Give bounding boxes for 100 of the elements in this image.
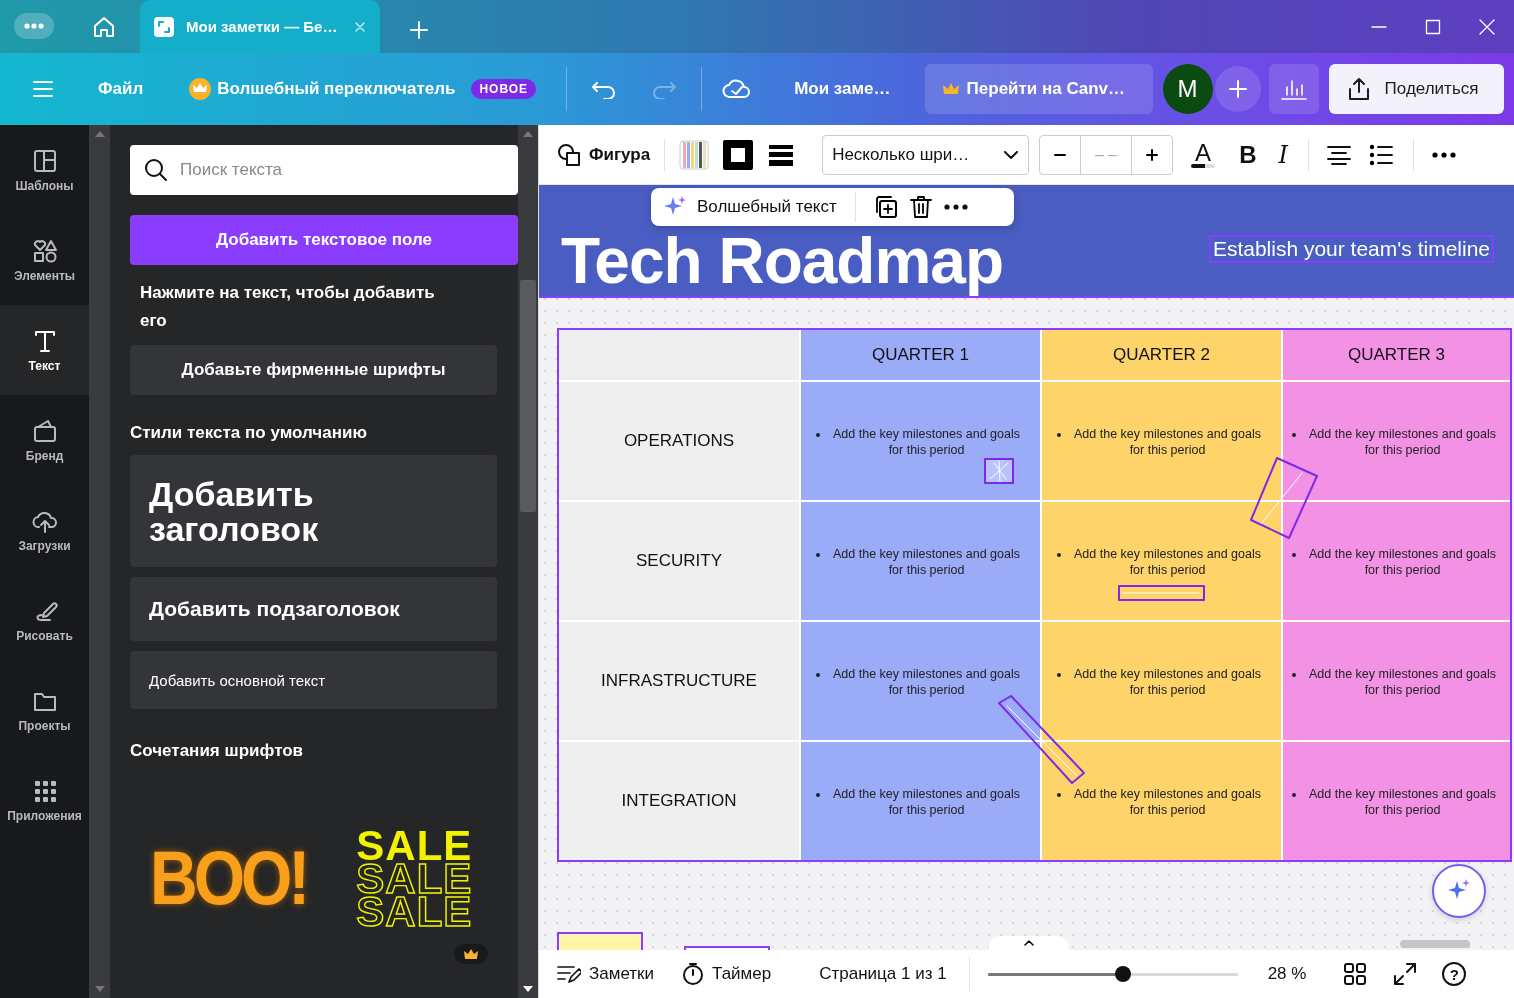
add-text-box-button[interactable]: Добавить текстовое поле <box>130 215 518 265</box>
document-title[interactable]: Мои заме… <box>794 79 891 99</box>
sidebar-item[interactable]: Рисовать <box>0 575 89 665</box>
add-subheading-button[interactable]: Добавить подзаголовок <box>130 577 497 641</box>
cell-text: Add the key milestones and goals for this period <box>1308 546 1497 578</box>
outline-shape[interactable] <box>998 695 1085 784</box>
bullet-icon <box>1056 433 1061 437</box>
crown-icon <box>189 78 212 100</box>
outline-shape[interactable] <box>984 458 1014 484</box>
chart-icon <box>1280 78 1307 100</box>
scroll-up-icon[interactable] <box>523 131 533 137</box>
expand-pages-button[interactable] <box>989 936 1069 950</box>
bullet-icon <box>815 553 820 557</box>
fullscreen-icon[interactable] <box>1394 963 1417 985</box>
text-color-button[interactable]: A <box>1191 141 1216 168</box>
timer-button[interactable]: Таймер <box>682 963 772 985</box>
scrollbar <box>1400 940 1470 948</box>
caret-up-icon <box>1024 940 1034 946</box>
grid-view-icon[interactable] <box>1344 963 1367 985</box>
scrollbar-thumb[interactable] <box>520 280 536 512</box>
cell-text: Add the key milestones and goals for this period <box>1073 786 1262 818</box>
bullet-icon <box>1056 553 1061 557</box>
font-combo[interactable]: SALE SALE SALE <box>356 828 473 928</box>
trash-icon[interactable] <box>909 195 932 219</box>
sidebar-item[interactable]: Бренд <box>0 395 89 485</box>
more-menu-button[interactable] <box>14 13 54 39</box>
page-thumbnail[interactable] <box>684 946 770 950</box>
upgrade-button[interactable]: Перейти на Canv… <box>924 64 1153 114</box>
duplicate-icon[interactable] <box>873 195 898 219</box>
undo-icon[interactable] <box>591 79 618 99</box>
bullet-icon <box>1056 673 1061 677</box>
home-icon[interactable] <box>92 15 116 39</box>
scroll-down-icon[interactable] <box>523 986 533 992</box>
more-icon[interactable] <box>1431 151 1456 158</box>
brand-fonts-button[interactable]: Добавьте фирменные шрифты <box>130 345 497 395</box>
slider-thumb[interactable] <box>1114 966 1131 982</box>
font-dropdown[interactable]: Несколько шри… <box>822 134 1030 175</box>
magic-assistant-button[interactable] <box>1432 864 1486 918</box>
more-icon[interactable] <box>943 204 968 210</box>
border-style-icon[interactable] <box>722 138 755 171</box>
italic-button[interactable]: I <box>1278 140 1288 169</box>
bullet-icon <box>1291 553 1296 557</box>
cell-text: Add the key milestones and goals for this period <box>1073 666 1262 698</box>
sidebar-item[interactable]: Элементы <box>0 215 89 305</box>
align-center-icon[interactable] <box>1326 144 1351 165</box>
brand-icon <box>31 417 58 444</box>
page-thumbnail[interactable] <box>557 932 643 950</box>
cell-text: Add the key milestones and goals for this period <box>832 666 1021 698</box>
section-title: Стили текста по умолчанию <box>130 423 368 443</box>
notes-icon <box>557 964 581 984</box>
document-icon <box>154 16 174 37</box>
add-heading-button[interactable]: Добавить заголовок <box>130 455 497 567</box>
bullet-icon <box>815 433 820 437</box>
bullet-icon <box>815 673 820 677</box>
page-counter[interactable]: Страница 1 из 1 <box>819 964 947 984</box>
fill-color-icon[interactable] <box>679 139 710 170</box>
crown-icon <box>464 947 479 960</box>
list-icon[interactable] <box>1368 143 1393 166</box>
sidebar-item[interactable]: Загрузки <box>0 485 89 575</box>
cloud-check-icon[interactable] <box>722 77 753 101</box>
notes-button[interactable]: Заметки <box>557 964 655 984</box>
outline-shape[interactable] <box>1118 585 1205 601</box>
cell-text: Add the key milestones and goals for this period <box>1308 666 1497 698</box>
plus-icon <box>1146 148 1159 161</box>
new-badge: НОВОЕ <box>471 79 537 99</box>
cell-text: Add the key milestones and goals for this period <box>1073 426 1262 458</box>
cell-text: Add the key milestones and goals for this period <box>1308 786 1497 818</box>
sidebar-item[interactable]: Шаблоны <box>0 125 89 215</box>
shapes-icon <box>31 237 58 264</box>
column-header: QUARTER 3 <box>1283 330 1510 380</box>
sidebar-item[interactable]: Текст <box>0 305 89 395</box>
outline-shape[interactable] <box>1250 457 1319 540</box>
border-weight-icon[interactable] <box>769 143 794 166</box>
cell-text: Add the key milestones and goals for this period <box>832 786 1021 818</box>
row-header: INTEGRATION <box>559 742 799 860</box>
crown-icon <box>942 82 959 96</box>
section-title: Сочетания шрифтов <box>130 741 305 761</box>
bullet-icon <box>815 793 820 797</box>
search-field[interactable]: Поиск текста <box>130 145 518 195</box>
hint-text: Нажмите на текст, чтобы добавить его <box>140 282 436 332</box>
column-header: QUARTER 1 <box>801 330 1040 380</box>
sidebar-item[interactable]: Приложения <box>0 755 89 845</box>
font-combo[interactable]: BOO! <box>150 834 307 922</box>
scroll-up-icon[interactable] <box>94 131 105 137</box>
add-people-button[interactable] <box>1214 66 1261 112</box>
row-header: INFRASTRUCTURE <box>559 622 799 740</box>
zoom-level[interactable]: 28 % <box>1267 964 1307 984</box>
plus-icon[interactable] <box>410 21 428 39</box>
bold-button[interactable]: B <box>1239 140 1257 169</box>
sidebar-item[interactable]: Проекты <box>0 665 89 755</box>
insights-button[interactable] <box>1268 64 1319 114</box>
help-button[interactable]: ? <box>1442 962 1467 986</box>
add-body-text-button[interactable]: Добавить основной текст <box>130 651 497 709</box>
shape-button[interactable]: Фигура <box>557 142 651 167</box>
upload-icon <box>1346 77 1371 101</box>
avatar[interactable]: M <box>1162 64 1213 114</box>
search-icon <box>144 158 168 182</box>
bullet-icon <box>1056 793 1061 797</box>
magic-text-button[interactable]: Волшебный текст <box>663 195 837 219</box>
share-button[interactable]: Поделиться <box>1328 64 1504 114</box>
